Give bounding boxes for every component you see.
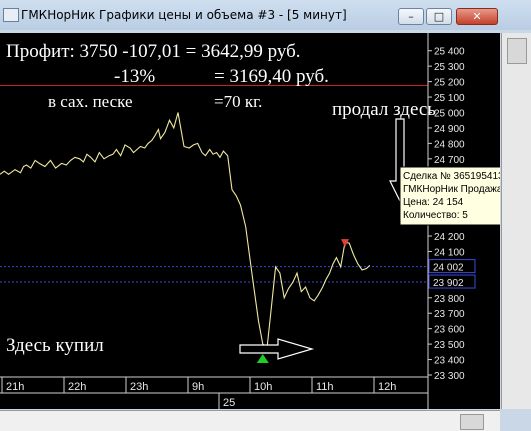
title-bar[interactable]: ГМКНорНик Графики цены и объема #3 - [5 … [0, 0, 531, 30]
profit-rub-text: = 3169,40 руб. [214, 66, 329, 87]
price-chart[interactable]: 25 400 25 300 25 200 25 100 25 000 24 900 24 8… [0, 33, 527, 409]
chart-series [0, 112, 371, 349]
y-tick-label: 24 200 [434, 232, 465, 243]
x-axis: 21h 22h 23h 9h 10h 11h 12h 25 [0, 376, 428, 409]
y-tick-label: 25 300 [434, 62, 465, 73]
buy-arrow [239, 338, 315, 360]
x-tick-label: 22h [68, 381, 86, 393]
tooltip-deal: Сделка № 3651954138 [403, 171, 500, 182]
y-tick-label: 23 700 [434, 309, 465, 320]
tooltip-price: Цена: 24 154 [403, 197, 464, 208]
x-tick-label: 21h [6, 381, 24, 393]
app-window: ГМКНорНик Графики цены и объема #3 - [5 … [0, 0, 531, 431]
close-icon: ✕ [472, 10, 482, 23]
x-tick-label: 10h [254, 381, 272, 393]
close-button[interactable]: ✕ [456, 8, 498, 25]
sugar-kg-text: =70 кг. [214, 92, 262, 111]
maximize-button[interactable]: □ [426, 8, 452, 25]
x-tick-label: 12h [378, 381, 396, 393]
y-tick-label: 24 700 [434, 155, 465, 166]
y-tick-label: 23 600 [434, 325, 465, 336]
x-tick-label: 23h [130, 381, 148, 393]
price-line [0, 112, 371, 349]
minimize-button[interactable]: – [398, 8, 424, 25]
vertical-scrollbar[interactable] [501, 33, 531, 409]
y-tick-label: 23 800 [434, 294, 465, 305]
y-tick-label: 24 900 [434, 124, 465, 135]
window-icon [3, 8, 19, 22]
y-tick-label: 24 100 [434, 247, 465, 258]
percent-text: -13% [114, 66, 155, 87]
price-label: 23 902 [433, 278, 464, 289]
chart-canvas: 25 400 25 300 25 200 25 100 25 000 24 900 24 8… [0, 33, 527, 409]
minimize-icon: – [408, 10, 414, 23]
horizontal-scroll-thumb[interactable] [460, 414, 484, 430]
y-tick-label: 25 200 [434, 78, 465, 89]
x-tick-label: 9h [192, 381, 204, 393]
x-sub-label: 25 [223, 397, 235, 409]
trade-tooltip: Сделка № 3651954138 ГМКНорНик Продажа Це… [399, 166, 527, 226]
x-tick-label: 11h [316, 381, 334, 393]
price-label: 24 002 [433, 263, 464, 274]
buy-marker [256, 354, 269, 364]
y-tick-label: 25 100 [434, 93, 465, 104]
horizontal-scrollbar[interactable] [0, 410, 500, 431]
profit-text: Профит: 3750 -107,01 = 3642,99 руб. [6, 41, 301, 62]
y-tick-label: 23 400 [434, 356, 465, 367]
sold-here-label: продал здесь [332, 99, 436, 120]
y-tick-label: 23 300 [434, 371, 465, 382]
bought-here-label: Здесь купил [6, 335, 104, 356]
vertical-scroll-thumb[interactable] [507, 38, 527, 64]
sugar-text: в сах. песке [48, 92, 133, 111]
y-tick-label: 23 500 [434, 340, 465, 351]
y-tick-label: 25 000 [434, 108, 465, 119]
tooltip-qty: Количество: 5 [403, 210, 468, 221]
maximize-icon: □ [433, 10, 445, 23]
window-title: ГМКНорНик Графики цены и объема #3 - [5 … [21, 8, 347, 22]
y-tick-label: 25 400 [434, 47, 465, 58]
y-tick-label: 24 800 [434, 139, 465, 150]
tooltip-side: ГМКНорНик Продажа [403, 184, 500, 195]
